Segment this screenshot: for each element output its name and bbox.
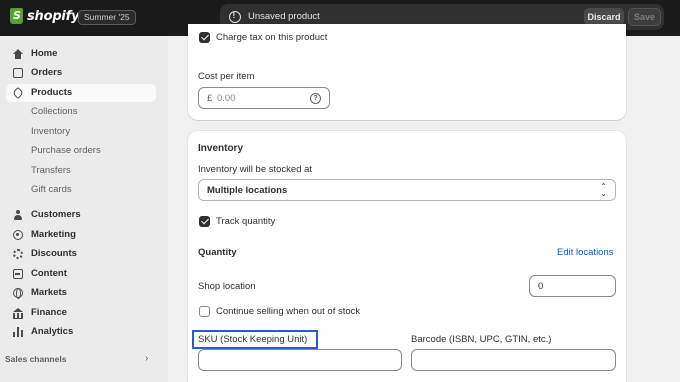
continue-selling-label: Continue selling when out of stock	[216, 306, 361, 317]
sidebar-item-label: Products	[31, 87, 73, 98]
sidebar-item-label: Customers	[31, 209, 81, 220]
sidebar-item-label: Markets	[31, 287, 67, 298]
sidebar-item-label: Analytics	[31, 326, 74, 337]
sidebar-item-label: Marketing	[31, 229, 76, 240]
track-quantity-label: Track quantity	[216, 216, 276, 227]
sidebar-item-label: Discounts	[31, 248, 77, 259]
sidebar-item-customers[interactable]: Customers	[6, 206, 156, 224]
sidebar-subitem-label: Collections	[31, 106, 78, 117]
edition-badge[interactable]: Summer '25	[78, 10, 136, 25]
sidebar-subitem-purchase-orders[interactable]: Purchase orders	[6, 142, 156, 160]
sku-input[interactable]	[198, 349, 402, 371]
stocked-at-label: Inventory will be stocked at	[198, 164, 313, 175]
barcode-input[interactable]	[411, 349, 616, 371]
sidebar-item-label: Finance	[31, 307, 67, 318]
cost-per-item-input[interactable]: £ 0.00 ?	[198, 87, 330, 109]
discount-icon	[13, 249, 23, 259]
unsaved-message: Unsaved product	[248, 11, 320, 22]
sidebar-subitem-collections[interactable]: Collections	[6, 103, 156, 121]
content-icon	[13, 269, 23, 279]
sidebar-item-analytics[interactable]: Analytics	[6, 323, 156, 341]
shopify-logo-icon[interactable]	[10, 8, 23, 24]
bank-icon	[13, 308, 23, 319]
shop-location-quantity-input[interactable]: 0	[529, 275, 616, 297]
sidebar-item-home[interactable]: Home	[6, 45, 156, 63]
sidebar-subitem-label: Transfers	[31, 165, 71, 176]
sidebar-item-finance[interactable]: Finance	[6, 304, 156, 322]
sidebar-subitem-gift-cards[interactable]: Gift cards	[6, 181, 156, 199]
continue-selling-checkbox[interactable]	[199, 306, 210, 317]
shop-location-quantity-value: 0	[538, 281, 544, 292]
stocked-at-value: Multiple locations	[207, 185, 288, 196]
brand-name[interactable]: shopify	[27, 9, 80, 24]
sidebar-subitem-inventory[interactable]: Inventory	[6, 123, 156, 141]
chevron-right-icon[interactable]: ›	[145, 353, 148, 364]
cost-per-item-label: Cost per item	[198, 71, 255, 82]
sku-label: SKU (Stock Keeping Unit)	[198, 334, 308, 345]
sidebar-item-label: Content	[31, 268, 67, 279]
sidebar-item-marketing[interactable]: Marketing	[6, 226, 156, 244]
charge-tax-label: Charge tax on this product	[216, 32, 328, 43]
edit-locations-link[interactable]: Edit locations	[557, 247, 614, 258]
track-quantity-checkbox[interactable]	[199, 216, 210, 227]
pricing-card: Charge tax on this product Cost per item…	[188, 24, 626, 120]
select-chevron-icon: ⌃ ⌄	[600, 182, 607, 198]
quantity-title: Quantity	[198, 247, 237, 258]
save-button[interactable]: Save	[628, 8, 661, 26]
tag-icon	[11, 86, 25, 100]
help-circle-icon[interactable]: ?	[310, 93, 321, 104]
sidebar-subitem-label: Gift cards	[31, 184, 72, 195]
inventory-title: Inventory	[198, 143, 244, 154]
inventory-card: Inventory Inventory will be stocked at M…	[188, 131, 626, 382]
sidebar-subitem-label: Purchase orders	[31, 145, 101, 156]
orders-icon	[13, 68, 23, 78]
sidebar-item-orders[interactable]: Orders	[6, 64, 156, 82]
currency-prefix: £	[207, 93, 213, 104]
shop-location-label: Shop location	[198, 281, 256, 292]
sidebar-item-markets[interactable]: Markets	[6, 284, 156, 302]
bar-chart-icon	[13, 327, 23, 337]
sales-channels-heading[interactable]: Sales channels	[5, 354, 66, 364]
sidebar-subitem-transfers[interactable]: Transfers	[6, 162, 156, 180]
home-icon	[13, 49, 23, 59]
sidebar-subitem-label: Inventory	[31, 126, 71, 137]
sidebar-item-content[interactable]: Content	[6, 265, 156, 283]
sidebar-item-label: Orders	[31, 67, 63, 78]
person-icon	[13, 210, 23, 220]
sidebar-item-label: Home	[31, 48, 58, 59]
sidebar-item-discounts[interactable]: Discounts	[6, 245, 156, 263]
alert-circle-icon	[229, 11, 241, 23]
globe-icon	[13, 288, 23, 299]
barcode-label: Barcode (ISBN, UPC, GTIN, etc.)	[411, 334, 552, 345]
sidebar-item-products[interactable]: Products	[6, 84, 156, 102]
target-icon	[13, 230, 23, 240]
stocked-at-select[interactable]: Multiple locations ⌃ ⌄	[198, 179, 616, 201]
charge-tax-checkbox[interactable]	[199, 32, 210, 43]
sidebar: Home Orders Products Collections Invento…	[0, 36, 168, 382]
cost-placeholder: 0.00	[217, 93, 236, 104]
